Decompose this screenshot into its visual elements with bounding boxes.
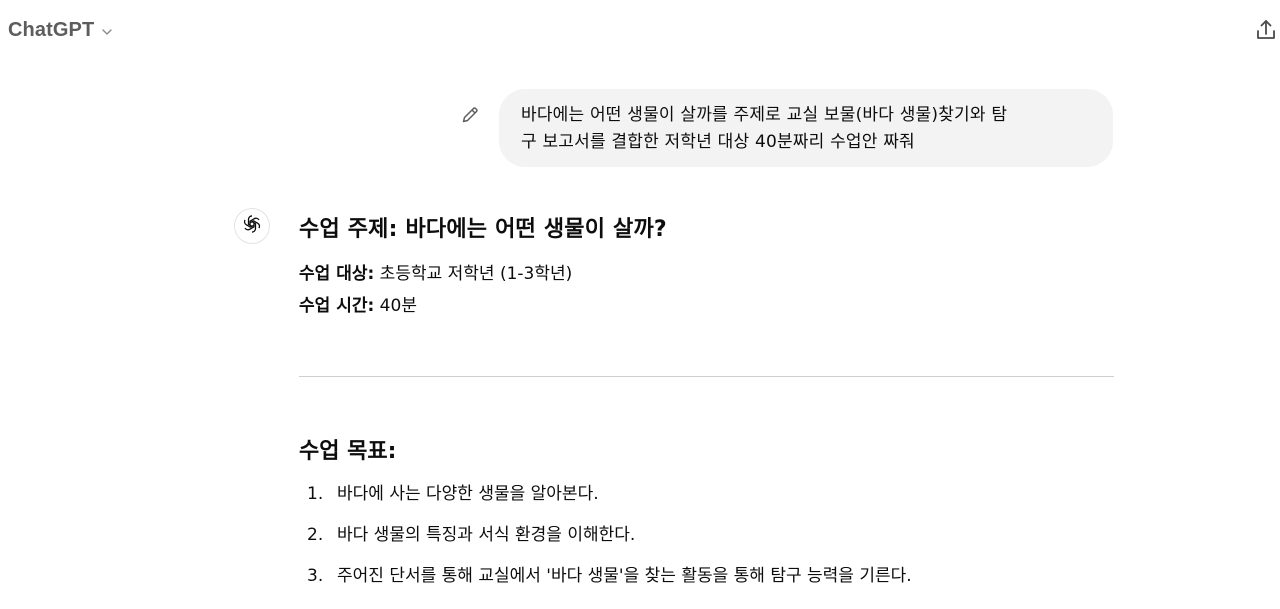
model-switcher[interactable]: ChatGPT — [8, 19, 114, 42]
list-item: 1. 바다에 사는 다양한 생물을 알아본다. — [299, 478, 1114, 519]
user-message-line: 바다에는 어떤 생물이 살까를 주제로 교실 보물(바다 생물)찾기와 탐 — [521, 105, 1008, 125]
edit-message-button[interactable] — [459, 104, 481, 126]
list-text: 바다 생물의 특징과 서식 환경을 이해한다. — [337, 525, 636, 545]
goals-heading: 수업 목표: — [299, 439, 397, 464]
list-number: 3. — [307, 566, 324, 586]
lesson-time-value: 40분 — [374, 296, 417, 316]
assistant-avatar — [234, 208, 270, 244]
list-item: 3. 주어진 단서를 통해 교실에서 '바다 생물'을 찾는 활동을 통해 탐구 … — [299, 560, 1114, 601]
lesson-target: 수업 대상: 초등학교 저학년 (1-3학년) — [299, 258, 1114, 290]
list-number: 1. — [307, 484, 324, 504]
goals-list: 1. 바다에 사는 다양한 생물을 알아본다. 2. 바다 생물의 특징과 서식 환… — [299, 478, 1114, 601]
lesson-time-label: 수업 시간: — [299, 296, 375, 316]
lesson-target-label: 수업 대상: — [299, 264, 375, 284]
share-icon — [1252, 20, 1280, 48]
model-name: ChatGPT — [8, 19, 95, 41]
openai-logo-icon — [241, 213, 263, 239]
user-message-bubble: 바다에는 어떤 생물이 살까를 주제로 교실 보물(바다 생물)찾기와 탐 구 … — [499, 89, 1113, 167]
assistant-message: 수업 주제: 바다에는 어떤 생물이 살까? 수업 대상: 초등학교 저학년 (… — [299, 212, 1114, 586]
share-button[interactable] — [1252, 16, 1280, 44]
user-message-line: 구 보고서를 결합한 저학년 대상 40분짜리 수업안 짜줘 — [521, 132, 915, 152]
lesson-target-value: 초등학교 저학년 (1-3학년) — [374, 264, 573, 284]
chevron-down-icon — [100, 24, 114, 38]
list-item: 2. 바다 생물의 특징과 서식 환경을 이해한다. — [299, 519, 1114, 560]
lesson-time: 수업 시간: 40분 — [299, 290, 1114, 322]
top-bar: ChatGPT — [0, 0, 1280, 62]
list-text: 바다에 사는 다양한 생물을 알아본다. — [337, 484, 599, 504]
list-text: 주어진 단서를 통해 교실에서 '바다 생물'을 찾는 활동을 통해 탐구 능력… — [337, 566, 912, 586]
list-number: 2. — [307, 525, 324, 545]
pencil-icon — [459, 107, 481, 130]
lesson-title: 수업 주제: 바다에는 어떤 생물이 살까? — [299, 217, 667, 242]
divider — [299, 376, 1114, 377]
